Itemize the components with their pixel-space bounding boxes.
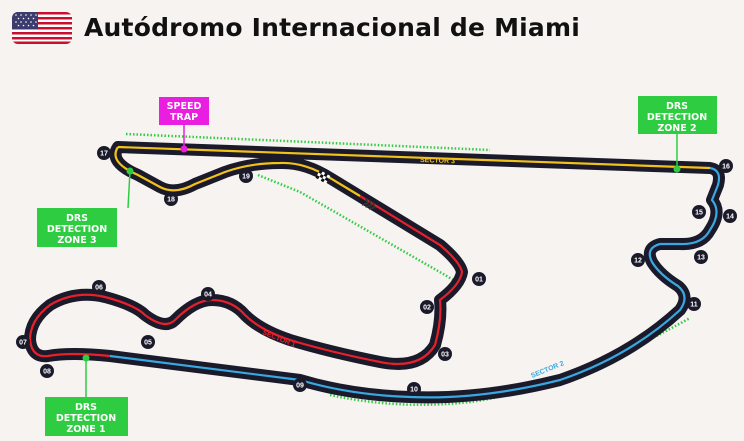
- turn-marker: 10: [407, 382, 421, 396]
- drs1-line2: DETECTION: [56, 413, 116, 424]
- turn-number: 06: [95, 285, 103, 292]
- turn-number: 01: [475, 277, 483, 284]
- turn-number: 03: [441, 352, 449, 359]
- turn-marker: 04: [201, 287, 215, 301]
- turn-marker: 13: [694, 250, 708, 264]
- drs1-line3: ZONE 1: [66, 424, 105, 435]
- turn-number: 08: [43, 369, 51, 376]
- turn-marker: 14: [723, 209, 737, 223]
- speed-trap-line2: TRAP: [170, 112, 198, 123]
- drs3-line2: DETECTION: [47, 224, 107, 235]
- turn-marker: 07: [16, 335, 30, 349]
- turn-number: 05: [144, 340, 152, 347]
- turn-marker: 15: [692, 205, 706, 219]
- turn-marker: 16: [719, 159, 733, 173]
- turn-marker: 09: [293, 378, 307, 392]
- turn-marker: 18: [164, 192, 178, 206]
- drs-detection-zone-3: DRS DETECTION ZONE 3: [37, 167, 134, 247]
- turn-number: 13: [697, 255, 705, 262]
- turn-marker: 03: [438, 347, 452, 361]
- turn-number: 11: [690, 302, 698, 309]
- turn-marker: 02: [420, 300, 434, 314]
- turn-marker: 19: [239, 169, 253, 183]
- turn-number: 14: [726, 214, 734, 221]
- sector-3-label: SECTOR 3: [420, 157, 455, 165]
- turn-number: 17: [100, 151, 108, 158]
- turn-number: 09: [296, 383, 304, 390]
- turn-marker: 01: [472, 272, 486, 286]
- drs1-line1: DRS: [75, 402, 97, 413]
- drs-detection-zone-1: DRS DETECTION ZONE 1: [45, 354, 128, 436]
- sector-3-line: [117, 145, 711, 170]
- turn-marker: 08: [40, 364, 54, 378]
- turn-number: 12: [634, 258, 642, 265]
- turn-number: 19: [242, 174, 250, 181]
- circuit-map: SECTOR 3 SECTOR 1 SECTOR 2 SPEED TRAP DR…: [16, 96, 737, 436]
- drs3-line1: DRS: [66, 213, 88, 224]
- turn-number: 07: [19, 340, 27, 347]
- drs2-line3: ZONE 2: [657, 123, 696, 134]
- turn-number: 10: [410, 387, 418, 394]
- turn-marker: 05: [141, 335, 155, 349]
- turn-number: 04: [204, 292, 212, 299]
- turn-number: 16: [722, 164, 730, 171]
- speed-trap-line1: SPEED: [167, 101, 202, 112]
- turn-marker: 17: [97, 146, 111, 160]
- drs2-line1: DRS: [666, 101, 688, 112]
- turn-marker: 11: [687, 297, 701, 311]
- turn-marker: 06: [92, 280, 106, 294]
- turn-marker: 12: [631, 253, 645, 267]
- drs3-line3: ZONE 3: [57, 235, 96, 246]
- turn-number: 02: [423, 305, 431, 312]
- turn-number: 18: [167, 197, 175, 204]
- drs2-line2: DETECTION: [647, 112, 707, 123]
- turn-number: 15: [695, 210, 703, 217]
